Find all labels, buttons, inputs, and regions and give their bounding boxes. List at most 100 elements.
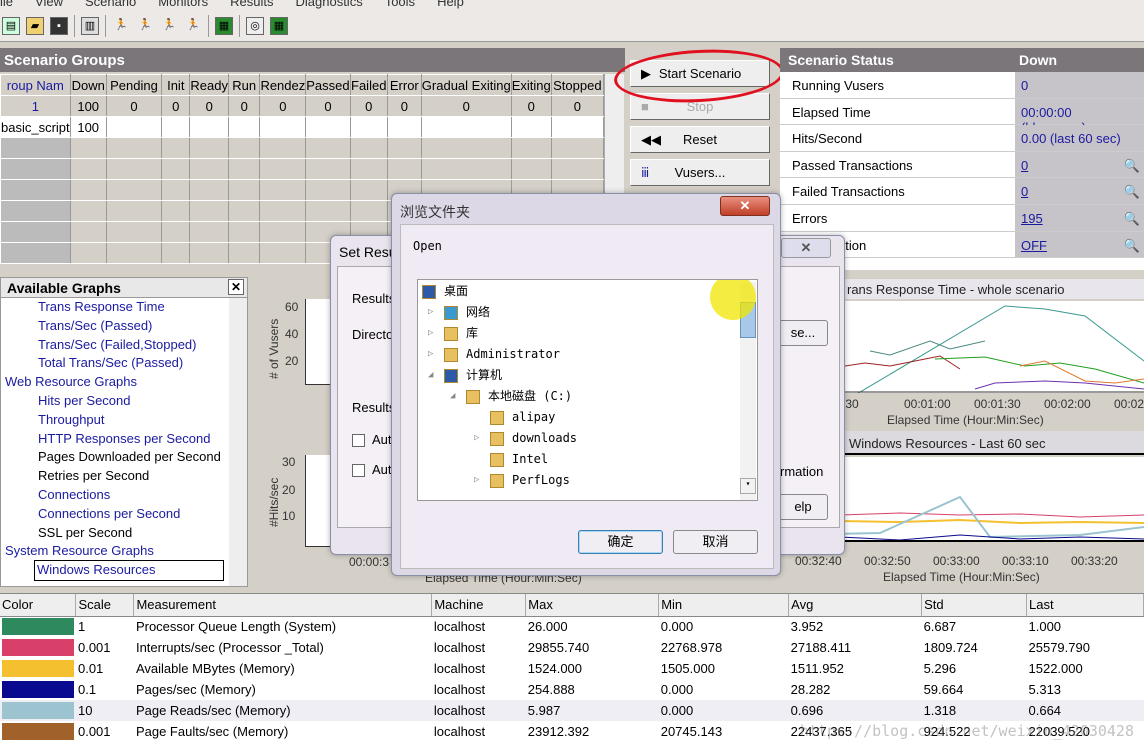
- graph-tree-item[interactable]: Connections per Second: [1, 505, 247, 524]
- group-cell[interactable]: [227, 116, 261, 138]
- status-value[interactable]: 0 🔍: [1015, 178, 1144, 204]
- load-generators-icon[interactable]: ▥: [81, 16, 99, 35]
- graph-icon[interactable]: ▦: [215, 16, 233, 35]
- column-header[interactable]: Ready: [189, 74, 229, 96]
- graph-tree-item[interactable]: Total Trans/Sec (Passed): [1, 354, 247, 373]
- column-header[interactable]: Gradual Exiting: [420, 74, 512, 96]
- measurement-row[interactable]: 10 Page Reads/sec (Memory) localhost 5.987 0…: [0, 700, 1144, 721]
- open-folder-icon[interactable]: ▰: [26, 16, 44, 35]
- auto-checkbox-1[interactable]: [352, 434, 365, 447]
- group-cell[interactable]: [420, 116, 512, 138]
- status-value-text[interactable]: 0: [1021, 184, 1028, 199]
- column-header[interactable]: Exiting: [510, 74, 552, 96]
- graph-tree-scrollbar[interactable]: [229, 298, 247, 586]
- expand-arrow-icon[interactable]: ▷: [474, 428, 479, 448]
- close-button[interactable]: ✕: [720, 196, 770, 216]
- group-cell[interactable]: [305, 116, 351, 138]
- magnifier-icon[interactable]: 🔍: [1124, 211, 1140, 227]
- status-value[interactable]: 195 🔍: [1015, 204, 1144, 231]
- close-button[interactable]: ✕: [781, 238, 831, 258]
- analysis-icon[interactable]: ◎: [246, 16, 264, 35]
- group-cell[interactable]: [550, 116, 605, 138]
- graph-tree-item[interactable]: Trans/Sec (Passed): [1, 317, 247, 336]
- folder-tree-item[interactable]: ▷ downloads: [474, 428, 577, 448]
- column-header[interactable]: Max: [525, 594, 660, 617]
- status-value[interactable]: OFF 🔍: [1015, 231, 1144, 258]
- graph-tree-item[interactable]: Retries per Second: [1, 467, 247, 486]
- menu-item[interactable]: Help: [437, 0, 464, 9]
- run-vuser-icon[interactable]: 🏃: [112, 16, 130, 35]
- column-header[interactable]: Failed: [349, 74, 388, 96]
- column-header[interactable]: Error: [386, 74, 422, 96]
- auto-checkbox-2[interactable]: [352, 464, 365, 477]
- folder-tree-item[interactable]: ◢ 本地磁盘 (C:): [450, 386, 572, 406]
- graph-tree-item[interactable]: Trans/Sec (Failed,Stopped): [1, 336, 247, 355]
- column-header[interactable]: Run: [227, 74, 261, 96]
- measurement-row[interactable]: 1 Processor Queue Length (System) localhos…: [0, 616, 1144, 637]
- graph-tree-item[interactable]: Hits per Second: [1, 392, 247, 411]
- graph-tree-item[interactable]: Pages Downloaded per Second: [1, 448, 247, 467]
- gradual-run-icon[interactable]: 🏃: [136, 16, 154, 35]
- expand-arrow-icon[interactable]: ▷: [428, 323, 433, 343]
- column-header[interactable]: Last: [1026, 594, 1144, 617]
- measurement-row[interactable]: 0.001 Interrupts/sec (Processor _Total) lo…: [0, 637, 1144, 658]
- menu-item[interactable]: Scenario: [85, 0, 136, 9]
- status-value-text[interactable]: 0: [1021, 158, 1028, 173]
- measurement-row[interactable]: 0.1 Pages/sec (Memory) localhost 254.888 0.0…: [0, 679, 1144, 700]
- graph-tree-item[interactable]: Connections: [1, 486, 247, 505]
- measurement-row[interactable]: 0.01 Available MBytes (Memory) localhost 15…: [0, 658, 1144, 679]
- expand-arrow-icon[interactable]: ▷: [428, 302, 433, 322]
- menu-item[interactable]: Results: [230, 0, 273, 9]
- group-row[interactable]: basic_script 100: [0, 116, 605, 138]
- column-header[interactable]: Down: [69, 74, 107, 96]
- graph-tree-item[interactable]: HTTP Responses per Second: [1, 430, 247, 449]
- folder-tree-item[interactable]: ▷ 网络: [428, 302, 490, 322]
- column-header[interactable]: Pending: [105, 74, 163, 96]
- group-cell[interactable]: [161, 116, 191, 138]
- column-header[interactable]: Measurement: [133, 594, 433, 617]
- column-header[interactable]: roup Nam: [0, 74, 71, 96]
- group-cell[interactable]: [386, 116, 422, 138]
- graph-tree-item[interactable]: Throughput: [1, 411, 247, 430]
- menu-item[interactable]: Diagnostics: [296, 0, 363, 9]
- column-header[interactable]: Std: [921, 594, 1027, 617]
- ok-button[interactable]: 确定: [578, 530, 663, 554]
- column-header[interactable]: Init: [161, 74, 191, 96]
- collapse-arrow-icon[interactable]: ◢: [450, 386, 455, 406]
- group-cell[interactable]: [259, 116, 307, 138]
- magnifier-icon[interactable]: 🔍: [1124, 158, 1140, 174]
- cancel-button[interactable]: 取消: [673, 530, 758, 554]
- column-header[interactable]: Color: [0, 594, 77, 617]
- new-icon[interactable]: ▤: [2, 16, 20, 35]
- folder-tree-item[interactable]: ▷ Administrator: [428, 344, 560, 364]
- column-header[interactable]: Passed: [305, 74, 351, 96]
- column-header[interactable]: Min: [658, 594, 790, 617]
- save-icon[interactable]: ▪: [50, 16, 68, 35]
- folder-tree[interactable]: ▾ 桌面 ▷ 网络 ▷ 库 ▷ Administrator ◢ 计算机 ◢ 本地磁盘 (C:) ali…: [417, 279, 758, 501]
- group-cell[interactable]: [189, 116, 229, 138]
- column-header[interactable]: Avg: [788, 594, 923, 617]
- close-icon[interactable]: ✕: [228, 279, 244, 295]
- group-cell[interactable]: [349, 116, 388, 138]
- browse-button[interactable]: se...: [778, 320, 828, 346]
- group-cell[interactable]: basic_script: [0, 116, 71, 138]
- column-header[interactable]: Machine: [431, 594, 527, 617]
- collapse-arrow-icon[interactable]: ◢: [428, 365, 433, 385]
- vusers-button[interactable]: ⅲ Vusers...: [630, 159, 770, 186]
- graph-tree-item[interactable]: System Resource Graphs: [1, 542, 247, 561]
- status-value-text[interactable]: 195: [1021, 211, 1043, 226]
- group-cell[interactable]: [105, 116, 163, 138]
- results-graph-icon[interactable]: ▦: [270, 16, 288, 35]
- graph-tree-item[interactable]: Web Resource Graphs: [1, 373, 247, 392]
- group-cell[interactable]: [510, 116, 552, 138]
- menu-item[interactable]: Monitors: [158, 0, 208, 9]
- menu-item[interactable]: Tools: [385, 0, 415, 9]
- magnifier-icon[interactable]: 🔍: [1124, 184, 1140, 200]
- expand-arrow-icon[interactable]: ▷: [474, 470, 479, 490]
- help-button[interactable]: elp: [778, 494, 828, 520]
- folder-tree-item[interactable]: ◢ 计算机: [428, 365, 502, 385]
- stop-vuser-icon[interactable]: 🏃: [160, 16, 178, 35]
- expand-arrow-icon[interactable]: ▷: [428, 344, 433, 364]
- menu-item[interactable]: View: [35, 0, 63, 9]
- reset-button[interactable]: ◀◀ Reset: [630, 126, 770, 153]
